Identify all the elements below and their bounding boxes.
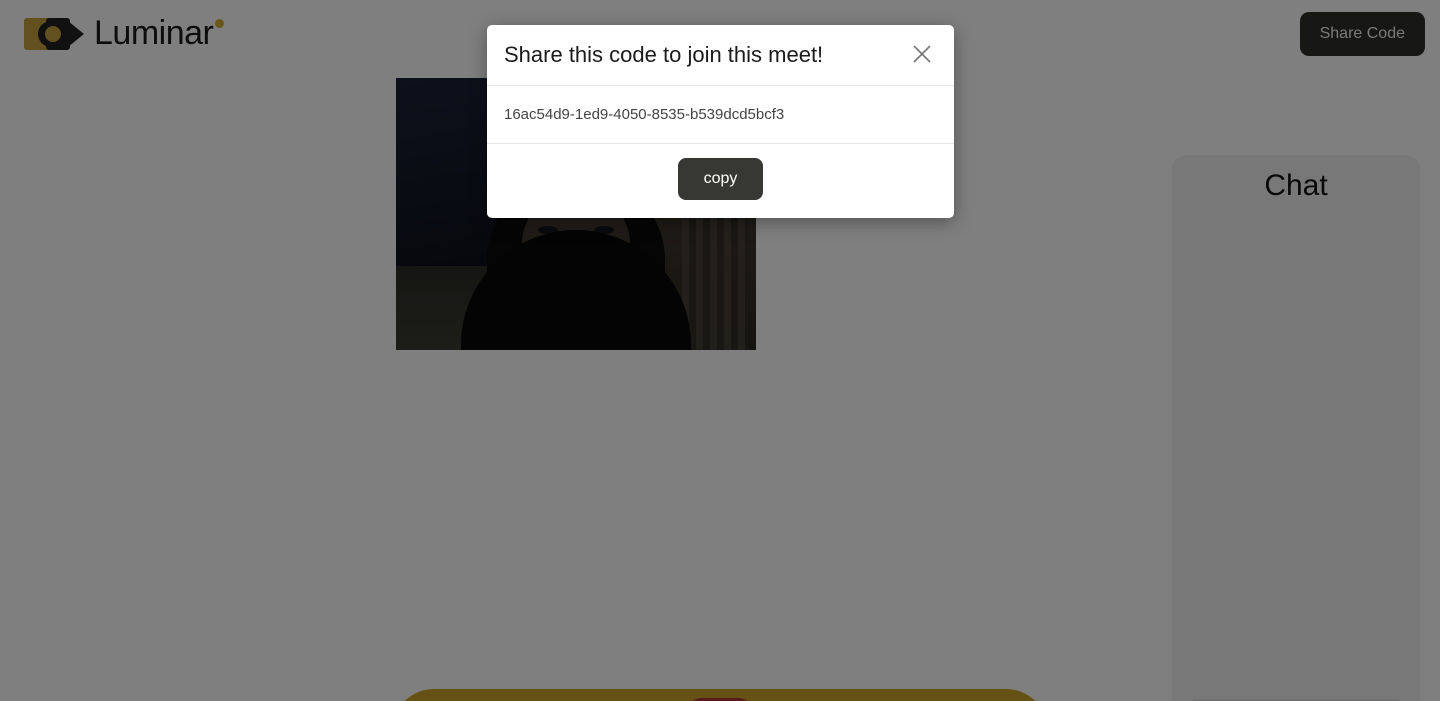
- modal-title: Share this code to join this meet!: [504, 42, 824, 67]
- close-icon: [911, 43, 933, 68]
- share-code-modal: Share this code to join this meet! 16ac5…: [487, 25, 954, 218]
- close-button[interactable]: [906, 39, 938, 71]
- copy-button[interactable]: copy: [677, 158, 764, 200]
- modal-header: Share this code to join this meet!: [487, 25, 954, 86]
- app-root: Luminar Share Code Chat: [0, 0, 1440, 701]
- meeting-code-text[interactable]: 16ac54d9-1ed9-4050-8535-b539dcd5bcf3: [487, 86, 954, 144]
- modal-footer: copy: [487, 144, 954, 218]
